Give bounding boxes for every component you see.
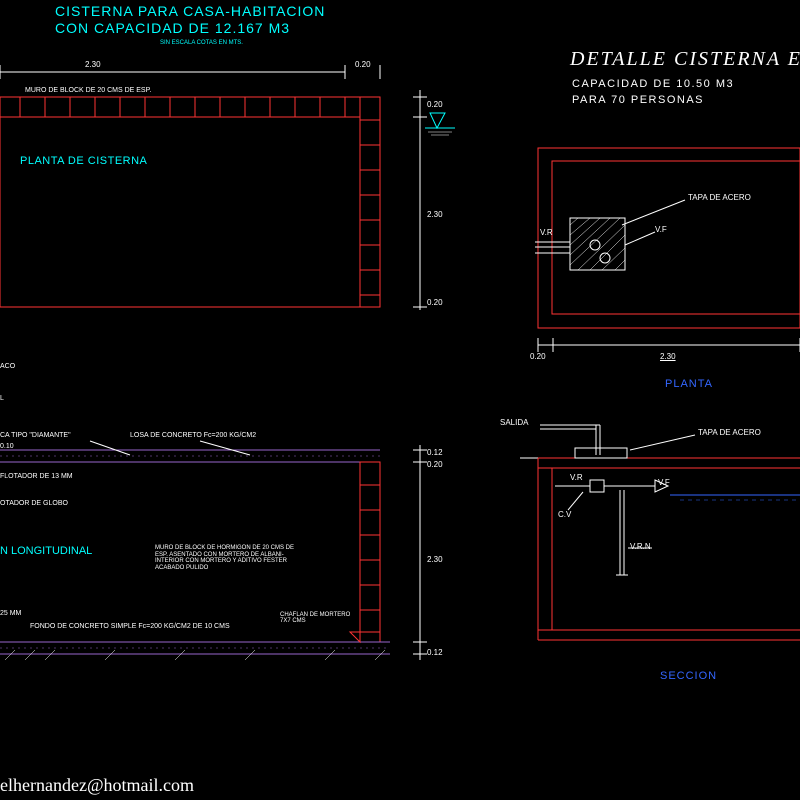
footer-email: elhernandez@hotmail.com: [0, 775, 194, 796]
tapa2-label: TAPA DE ACERO: [698, 428, 761, 437]
right-section-label: SECCION: [660, 670, 717, 682]
salida-label: SALIDA: [500, 418, 528, 427]
vr2-label: V.R: [570, 473, 583, 482]
cv-label: C.V: [558, 510, 571, 519]
vf2-label: V.F: [658, 478, 670, 487]
vrn-label: V.R.N: [630, 542, 651, 551]
